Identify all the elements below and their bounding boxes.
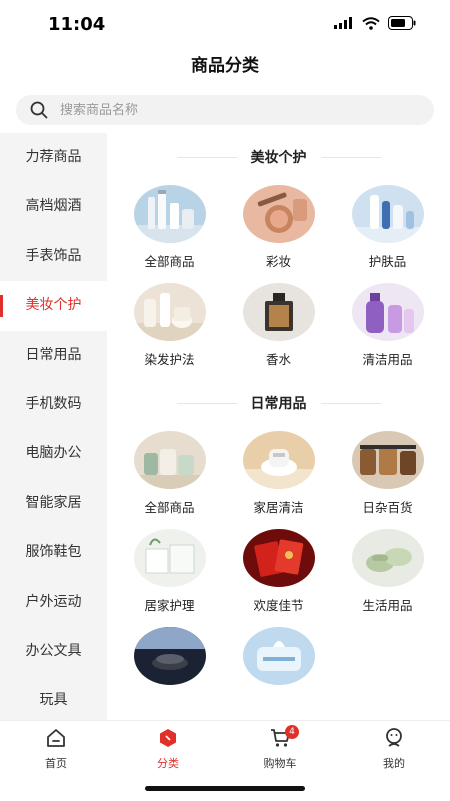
tab-category[interactable]: 分类 — [128, 727, 208, 771]
home-indicator — [145, 786, 305, 791]
tab-label: 购物车 — [263, 757, 297, 770]
sidebar-item-daily-goods[interactable]: 日常用品 — [0, 331, 107, 380]
category-item-label: 清洁用品 — [362, 352, 413, 367]
category-item-label: 家居清洁 — [253, 500, 304, 515]
section-title-text: 日常用品 — [250, 396, 307, 412]
battery-icon — [388, 16, 416, 30]
home-icon — [47, 729, 65, 747]
category-sidebar: 力荐商品 高档烟酒 手表饰品 美妆个护 日常用品 手机数码 电脑办公 智能家居 … — [0, 133, 107, 720]
sidebar-item-toys[interactable]: 玩具 — [0, 676, 107, 720]
category-item-label: 全部商品 — [144, 254, 195, 269]
tab-cart[interactable]: 4 购物车 — [240, 725, 320, 771]
tab-label: 我的 — [383, 757, 405, 770]
category-item-label: 护肤品 — [368, 254, 407, 269]
search-input[interactable] — [58, 101, 402, 119]
profile-icon — [386, 728, 402, 747]
status-time: 11:04 — [48, 14, 106, 35]
sidebar-item-watches-jewelry[interactable]: 手表饰品 — [0, 232, 107, 281]
search-bar[interactable] — [16, 95, 434, 125]
page-header: 商品分类 — [0, 48, 450, 88]
category-item-label: 香水 — [265, 352, 291, 367]
section-title-beauty: 美妆个护 — [107, 133, 450, 181]
category-item-label: 彩妆 — [265, 254, 291, 269]
category-item-cleaning[interactable]: 清洁用品 — [333, 279, 442, 377]
category-item-wipes[interactable] — [224, 623, 333, 720]
skincare-bottles-image — [351, 185, 424, 243]
sidebar-item-clothing[interactable]: 服饰鞋包 — [0, 528, 107, 577]
status-bar: 11:04 — [0, 0, 450, 48]
sidebar-item-tobacco-liquor[interactable]: 高档烟酒 — [0, 182, 107, 231]
speaker-image — [133, 627, 206, 685]
storage-containers-image — [351, 431, 424, 489]
cleaning-products-image — [351, 283, 424, 341]
category-icon — [160, 729, 176, 747]
category-item-groceries[interactable]: 日杂百货 — [333, 427, 442, 525]
category-item-label: 居家护理 — [144, 598, 195, 613]
category-item-home-cleaning[interactable]: 家居清洁 — [224, 427, 333, 525]
category-item-speaker[interactable] — [115, 623, 224, 720]
tissue-boxes-image — [133, 529, 206, 587]
section-title-daily: 日常用品 — [107, 379, 450, 427]
wet-wipes-image — [242, 627, 315, 685]
category-item-all-beauty[interactable]: 全部商品 — [115, 181, 224, 279]
category-content: 美妆个护 全部商品 彩妆 护肤品 染发护法 香水 清洁用品 日常用品 全部商品 … — [107, 133, 450, 720]
category-item-label: 全部商品 — [144, 500, 195, 515]
sidebar-item-phones-digital[interactable]: 手机数码 — [0, 380, 107, 429]
cart-badge: 4 — [285, 725, 299, 739]
section-title-text: 美妆个护 — [250, 150, 307, 166]
perfume-image — [242, 283, 315, 341]
hair-care-image — [133, 283, 206, 341]
category-item-festival[interactable]: 欢度佳节 — [224, 525, 333, 623]
tab-label: 首页 — [45, 757, 67, 770]
page-title: 商品分类 — [191, 56, 259, 76]
makeup-image — [242, 185, 315, 243]
search-icon — [30, 101, 48, 119]
sidebar-item-outdoor[interactable]: 户外运动 — [0, 578, 107, 627]
beauty-grid: 全部商品 彩妆 护肤品 染发护法 香水 清洁用品 — [107, 181, 450, 377]
skincare-set-image — [133, 185, 206, 243]
category-item-label: 生活用品 — [362, 598, 413, 613]
category-item-label: 染发护法 — [144, 352, 195, 367]
sidebar-item-beauty[interactable]: 美妆个护 — [0, 281, 107, 331]
sidebar-item-stationery[interactable]: 办公文具 — [0, 627, 107, 676]
category-item-living[interactable]: 生活用品 — [333, 525, 442, 623]
daily-grid: 全部商品 家居清洁 日杂百货 居家护理 欢度佳节 生活用品 — [107, 427, 450, 720]
category-item-perfume[interactable]: 香水 — [224, 279, 333, 377]
category-item-label: 日杂百货 — [362, 500, 413, 515]
category-item-hair-care[interactable]: 染发护法 — [115, 279, 224, 377]
wifi-icon — [362, 16, 380, 30]
category-item-makeup[interactable]: 彩妆 — [224, 181, 333, 279]
tab-home[interactable]: 首页 — [16, 727, 96, 771]
category-item-skincare[interactable]: 护肤品 — [333, 181, 442, 279]
category-item-home-care[interactable]: 居家护理 — [115, 525, 224, 623]
sidebar-item-recommended[interactable]: 力荐商品 — [0, 133, 107, 182]
red-envelope-image — [242, 529, 315, 587]
tab-profile[interactable]: 我的 — [354, 727, 434, 771]
sidebar-item-computers-office[interactable]: 电脑办公 — [0, 429, 107, 478]
sidebar-item-smart-home[interactable]: 智能家居 — [0, 479, 107, 528]
category-item-all-daily[interactable]: 全部商品 — [115, 427, 224, 525]
slippers-image — [351, 529, 424, 587]
mite-vacuum-image — [242, 431, 315, 489]
tab-label: 分类 — [157, 757, 179, 770]
kitchenware-image — [133, 431, 206, 489]
category-item-label: 欢度佳节 — [253, 598, 304, 613]
signal-icon — [334, 17, 352, 29]
